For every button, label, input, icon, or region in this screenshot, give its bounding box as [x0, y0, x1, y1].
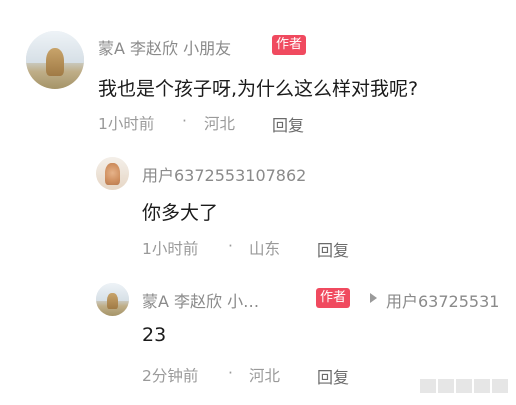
reply-author[interactable]: 蒙A 李赵欣 小… — [142, 288, 259, 312]
reply-button[interactable]: 回复 — [317, 237, 349, 261]
reply-location: 河北 — [249, 367, 281, 385]
reply-time: 1小时前 — [142, 240, 199, 258]
comment-text: 我也是个孩子呀,为什么这么样对我呢? — [98, 78, 419, 100]
reply-time: 2分钟前 — [142, 367, 199, 385]
comment-author[interactable]: 蒙A 李赵欣 小朋友 — [98, 35, 231, 59]
avatar[interactable] — [96, 157, 129, 190]
reply-author[interactable]: 用户6372553107862 — [142, 162, 306, 186]
reply-button[interactable]: 回复 — [317, 364, 349, 388]
author-tag: 作者 — [316, 288, 351, 308]
avatar[interactable] — [26, 31, 84, 89]
reply-location: 山东 — [249, 240, 281, 258]
play-arrow-icon — [370, 293, 377, 303]
separator-dot: · — [228, 364, 233, 382]
avatar[interactable] — [96, 283, 129, 316]
comment-time: 1小时前 — [98, 115, 155, 133]
watermark — [418, 378, 508, 397]
reply-text: 你多大了 — [142, 202, 219, 224]
reply-button[interactable]: 回复 — [272, 112, 304, 136]
author-tag: 作者 — [272, 35, 307, 55]
comment-location: 河北 — [204, 115, 236, 133]
separator-dot: · — [182, 112, 187, 130]
reply-to-user[interactable]: 用户63725531 — [386, 288, 499, 312]
reply-text: 23 — [142, 324, 167, 346]
separator-dot: · — [228, 237, 233, 255]
